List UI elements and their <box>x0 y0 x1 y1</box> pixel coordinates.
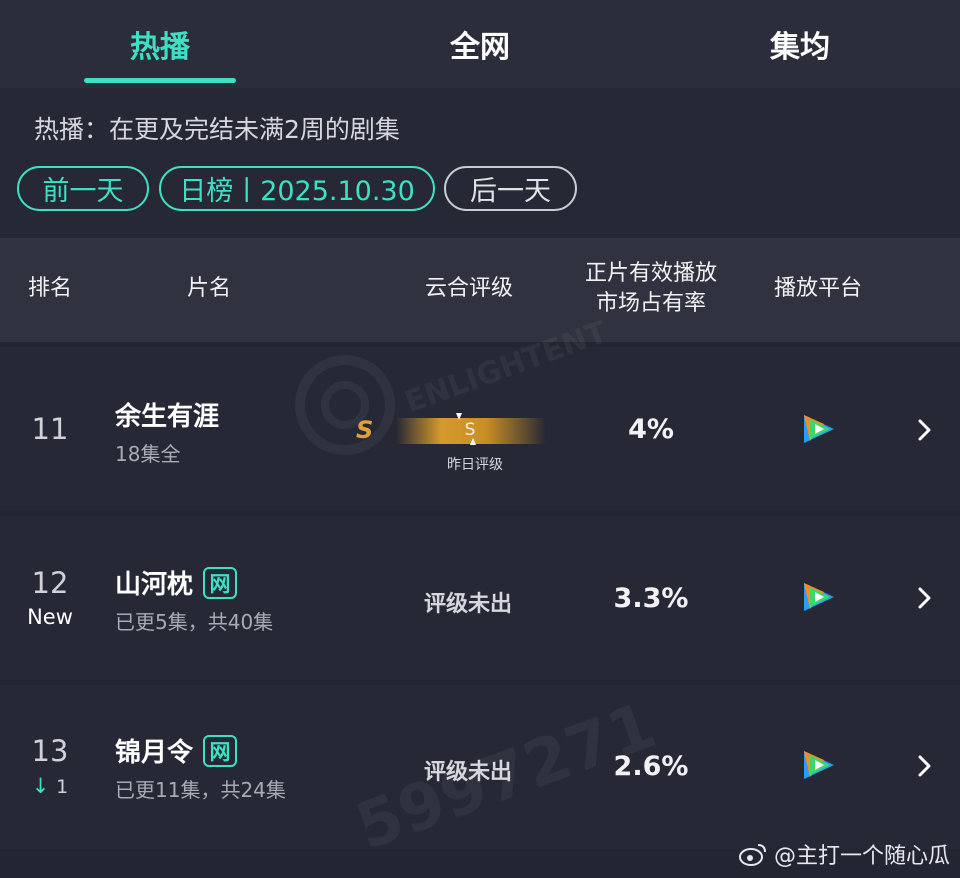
tab-episode-average[interactable]: 集均 <box>640 0 960 88</box>
yesterday-rating-label: 昨日评级 <box>447 457 503 473</box>
market-share: 2.6% <box>613 751 689 782</box>
tencent-video-icon[interactable] <box>800 579 838 615</box>
rank-number: 13 <box>31 734 69 768</box>
rank-number: 12 <box>31 566 69 600</box>
episode-count: 已更5集，共40集 <box>115 610 274 634</box>
tab-all-network[interactable]: 全网 <box>320 0 640 88</box>
web-series-badge: 网 <box>203 566 238 599</box>
watermark-logo <box>295 355 395 455</box>
market-share: 3.3% <box>613 583 689 614</box>
show-title-text: 山河枕 <box>115 570 194 600</box>
rank-change: ↓ 1 <box>0 774 100 798</box>
credit-text: @主打一个随心瓜 <box>773 844 950 869</box>
next-day-button[interactable]: 后一天 <box>444 166 577 211</box>
show-title[interactable]: 锦月令 网 <box>115 732 238 769</box>
new-entry-badge: New <box>27 605 73 629</box>
tencent-video-icon[interactable] <box>800 411 838 447</box>
prev-day-button[interactable]: 前一天 <box>17 166 149 211</box>
rank-number: 11 <box>31 412 69 446</box>
chevron-right-icon[interactable] <box>912 751 936 781</box>
chevron-right-icon[interactable] <box>912 415 936 445</box>
show-title[interactable]: 山河枕 网 <box>115 564 238 601</box>
tab-hot[interactable]: 热播 <box>0 0 320 88</box>
header-platform: 播放平台 <box>773 276 862 301</box>
header-share-line1: 正片有效播放 <box>584 261 717 286</box>
episode-count: 18集全 <box>115 442 181 466</box>
rank-change-value: 1 <box>56 776 69 798</box>
ranking-description: 热播：在更及完结未满2周的剧集 <box>34 115 400 144</box>
header-share-line2: 市场占有率 <box>595 291 706 316</box>
episode-count: 已更11集，共24集 <box>115 778 286 802</box>
arrow-down-icon: ↓ <box>31 774 50 798</box>
weibo-credit: @主打一个随心瓜 <box>738 838 950 870</box>
header-rating: 云合评级 <box>424 276 513 301</box>
show-title-text: 锦月令 <box>115 738 194 768</box>
show-title-text: 余生有涯 <box>115 402 220 432</box>
tab-bar: 热播 全网 集均 <box>0 0 960 88</box>
rating-status: 评级未出 <box>423 592 512 617</box>
rating-marker-top <box>456 413 462 420</box>
rating-marker-bottom <box>470 438 476 445</box>
market-share: 4% <box>628 414 674 445</box>
rating-bar-grade: S <box>464 420 476 440</box>
rating-status: 评级未出 <box>423 760 512 785</box>
header-title: 片名 <box>186 276 231 301</box>
chevron-right-icon[interactable] <box>912 583 936 613</box>
tencent-video-icon[interactable] <box>800 747 838 783</box>
date-selector[interactable]: 日榜丨2025.10.30 <box>159 166 435 211</box>
header-rank: 排名 <box>27 276 72 301</box>
active-tab-indicator <box>84 78 236 83</box>
web-series-badge: 网 <box>203 734 238 767</box>
show-title[interactable]: 余生有涯 <box>115 396 219 433</box>
weibo-icon <box>738 844 766 866</box>
